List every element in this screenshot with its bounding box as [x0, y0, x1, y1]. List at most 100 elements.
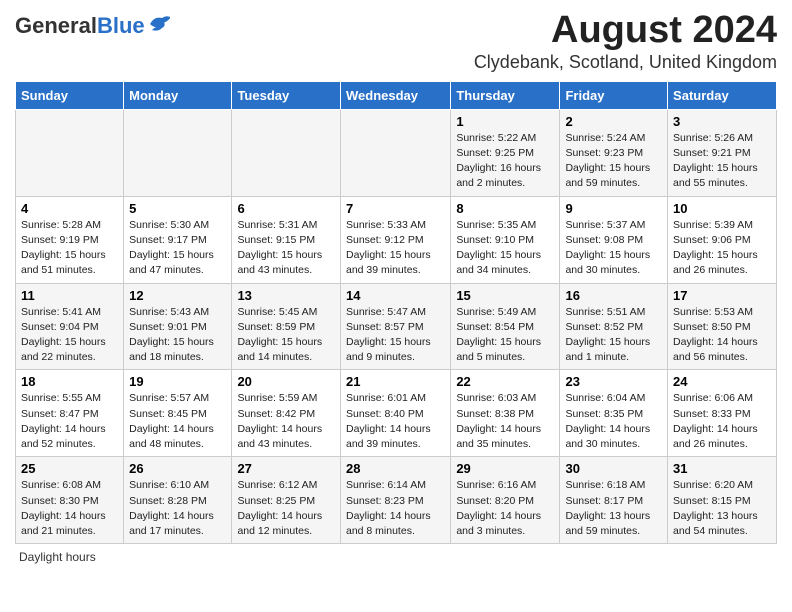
calendar-cell: 3 Sunrise: 5:26 AMSunset: 9:21 PMDaylight… — [668, 109, 777, 196]
day-info: Sunrise: 5:43 AMSunset: 9:01 PMDaylight:… — [129, 305, 226, 366]
calendar-cell: 31 Sunrise: 6:20 AMSunset: 8:15 PMDayligh… — [668, 457, 777, 544]
calendar-cell: 27 Sunrise: 6:12 AMSunset: 8:25 PMDayligh… — [232, 457, 341, 544]
calendar-header-row: SundayMondayTuesdayWednesdayThursdayFrid… — [16, 81, 777, 109]
day-number: 6 — [237, 201, 335, 216]
calendar-day-header: Sunday — [16, 81, 124, 109]
day-number: 26 — [129, 461, 226, 476]
day-info: Sunrise: 5:47 AMSunset: 8:57 PMDaylight:… — [346, 305, 445, 366]
day-number: 4 — [21, 201, 118, 216]
page-title: August 2024 — [474, 10, 777, 52]
calendar-cell: 13 Sunrise: 5:45 AMSunset: 8:59 PMDayligh… — [232, 283, 341, 370]
calendar-cell: 9 Sunrise: 5:37 AMSunset: 9:08 PMDaylight… — [560, 196, 668, 283]
calendar-cell: 20Sunrise: 5:59 AMSunset: 8:42 PMDayligh… — [232, 370, 341, 457]
day-info: Sunrise: 6:20 AMSunset: 8:15 PMDaylight:… — [673, 478, 771, 539]
calendar-footer: Daylight hours — [15, 550, 777, 564]
day-number: 14 — [346, 288, 445, 303]
day-info: Sunrise: 5:22 AMSunset: 9:25 PMDaylight:… — [456, 131, 554, 192]
day-number: 3 — [673, 114, 771, 129]
day-number: 9 — [565, 201, 662, 216]
calendar-cell: 25Sunrise: 6:08 AMSunset: 8:30 PMDayligh… — [16, 457, 124, 544]
day-info: Sunrise: 6:14 AMSunset: 8:23 PMDaylight:… — [346, 478, 445, 539]
day-number: 18 — [21, 374, 118, 389]
day-info: Sunrise: 6:04 AMSunset: 8:35 PMDaylight:… — [565, 391, 662, 452]
day-info: Sunrise: 5:39 AMSunset: 9:06 PMDaylight:… — [673, 218, 771, 279]
day-number: 27 — [237, 461, 335, 476]
day-info: Sunrise: 5:55 AMSunset: 8:47 PMDaylight:… — [21, 391, 118, 452]
page-subtitle: Clydebank, Scotland, United Kingdom — [474, 52, 777, 73]
calendar-cell: 26 Sunrise: 6:10 AMSunset: 8:28 PMDayligh… — [124, 457, 232, 544]
calendar-cell: 10 Sunrise: 5:39 AMSunset: 9:06 PMDayligh… — [668, 196, 777, 283]
calendar-cell: 22 Sunrise: 6:03 AMSunset: 8:38 PMDayligh… — [451, 370, 560, 457]
day-info: Sunrise: 5:37 AMSunset: 9:08 PMDaylight:… — [565, 218, 662, 279]
day-info: Sunrise: 6:03 AMSunset: 8:38 PMDaylight:… — [456, 391, 554, 452]
day-number: 17 — [673, 288, 771, 303]
day-number: 22 — [456, 374, 554, 389]
day-number: 7 — [346, 201, 445, 216]
calendar-week-row: 25Sunrise: 6:08 AMSunset: 8:30 PMDayligh… — [16, 457, 777, 544]
day-info: Sunrise: 5:33 AMSunset: 9:12 PMDaylight:… — [346, 218, 445, 279]
calendar-table: SundayMondayTuesdayWednesdayThursdayFrid… — [15, 81, 777, 544]
calendar-cell: 12 Sunrise: 5:43 AMSunset: 9:01 PMDayligh… — [124, 283, 232, 370]
calendar-day-header: Thursday — [451, 81, 560, 109]
day-info: Sunrise: 6:12 AMSunset: 8:25 PMDaylight:… — [237, 478, 335, 539]
calendar-cell: 14 Sunrise: 5:47 AMSunset: 8:57 PMDayligh… — [340, 283, 450, 370]
title-block: August 2024 Clydebank, Scotland, United … — [474, 10, 777, 73]
day-info: Sunrise: 5:49 AMSunset: 8:54 PMDaylight:… — [456, 305, 554, 366]
day-info: Sunrise: 5:24 AMSunset: 9:23 PMDaylight:… — [565, 131, 662, 192]
day-number: 8 — [456, 201, 554, 216]
calendar-cell: 15 Sunrise: 5:49 AMSunset: 8:54 PMDayligh… — [451, 283, 560, 370]
logo-bird-icon — [148, 14, 170, 34]
calendar-cell — [232, 109, 341, 196]
day-number: 5 — [129, 201, 226, 216]
page-header: GeneralBlue August 2024 Clydebank, Scotl… — [15, 10, 777, 73]
day-number: 30 — [565, 461, 662, 476]
daylight-hours-label: Daylight hours — [19, 550, 96, 564]
calendar-cell: 2Sunrise: 5:24 AMSunset: 9:23 PMDaylight… — [560, 109, 668, 196]
day-number: 12 — [129, 288, 226, 303]
day-info: Sunrise: 5:35 AMSunset: 9:10 PMDaylight:… — [456, 218, 554, 279]
calendar-cell: 4 Sunrise: 5:28 AMSunset: 9:19 PMDaylight… — [16, 196, 124, 283]
calendar-week-row: 4 Sunrise: 5:28 AMSunset: 9:19 PMDaylight… — [16, 196, 777, 283]
day-info: Sunrise: 6:16 AMSunset: 8:20 PMDaylight:… — [456, 478, 554, 539]
day-number: 15 — [456, 288, 554, 303]
day-info: Sunrise: 6:10 AMSunset: 8:28 PMDaylight:… — [129, 478, 226, 539]
calendar-day-header: Saturday — [668, 81, 777, 109]
logo: GeneralBlue — [15, 14, 170, 38]
day-info: Sunrise: 5:45 AMSunset: 8:59 PMDaylight:… — [237, 305, 335, 366]
calendar-cell: 28Sunrise: 6:14 AMSunset: 8:23 PMDayligh… — [340, 457, 450, 544]
logo-text: GeneralBlue — [15, 14, 145, 38]
calendar-cell: 19Sunrise: 5:57 AMSunset: 8:45 PMDayligh… — [124, 370, 232, 457]
day-number: 10 — [673, 201, 771, 216]
day-number: 29 — [456, 461, 554, 476]
day-info: Sunrise: 5:28 AMSunset: 9:19 PMDaylight:… — [21, 218, 118, 279]
calendar-day-header: Wednesday — [340, 81, 450, 109]
calendar-cell: 16Sunrise: 5:51 AMSunset: 8:52 PMDayligh… — [560, 283, 668, 370]
calendar-cell: 18 Sunrise: 5:55 AMSunset: 8:47 PMDayligh… — [16, 370, 124, 457]
day-number: 11 — [21, 288, 118, 303]
day-number: 13 — [237, 288, 335, 303]
calendar-cell: 30 Sunrise: 6:18 AMSunset: 8:17 PMDayligh… — [560, 457, 668, 544]
calendar-cell: 7 Sunrise: 5:33 AMSunset: 9:12 PMDaylight… — [340, 196, 450, 283]
day-number: 19 — [129, 374, 226, 389]
calendar-cell — [124, 109, 232, 196]
day-info: Sunrise: 5:59 AMSunset: 8:42 PMDaylight:… — [237, 391, 335, 452]
day-info: Sunrise: 5:26 AMSunset: 9:21 PMDaylight:… — [673, 131, 771, 192]
day-number: 21 — [346, 374, 445, 389]
calendar-cell: 1Sunrise: 5:22 AMSunset: 9:25 PMDaylight… — [451, 109, 560, 196]
calendar-week-row: 18 Sunrise: 5:55 AMSunset: 8:47 PMDayligh… — [16, 370, 777, 457]
calendar-cell: 24 Sunrise: 6:06 AMSunset: 8:33 PMDayligh… — [668, 370, 777, 457]
calendar-cell: 21 Sunrise: 6:01 AMSunset: 8:40 PMDayligh… — [340, 370, 450, 457]
day-number: 24 — [673, 374, 771, 389]
day-info: Sunrise: 6:08 AMSunset: 8:30 PMDaylight:… — [21, 478, 118, 539]
calendar-week-row: 1Sunrise: 5:22 AMSunset: 9:25 PMDaylight… — [16, 109, 777, 196]
day-number: 31 — [673, 461, 771, 476]
day-info: Sunrise: 6:06 AMSunset: 8:33 PMDaylight:… — [673, 391, 771, 452]
calendar-cell: 29 Sunrise: 6:16 AMSunset: 8:20 PMDayligh… — [451, 457, 560, 544]
day-info: Sunrise: 6:18 AMSunset: 8:17 PMDaylight:… — [565, 478, 662, 539]
day-info: Sunrise: 5:53 AMSunset: 8:50 PMDaylight:… — [673, 305, 771, 366]
calendar-cell: 11Sunrise: 5:41 AMSunset: 9:04 PMDayligh… — [16, 283, 124, 370]
calendar-cell — [16, 109, 124, 196]
calendar-day-header: Tuesday — [232, 81, 341, 109]
day-info: Sunrise: 6:01 AMSunset: 8:40 PMDaylight:… — [346, 391, 445, 452]
day-info: Sunrise: 5:31 AMSunset: 9:15 PMDaylight:… — [237, 218, 335, 279]
